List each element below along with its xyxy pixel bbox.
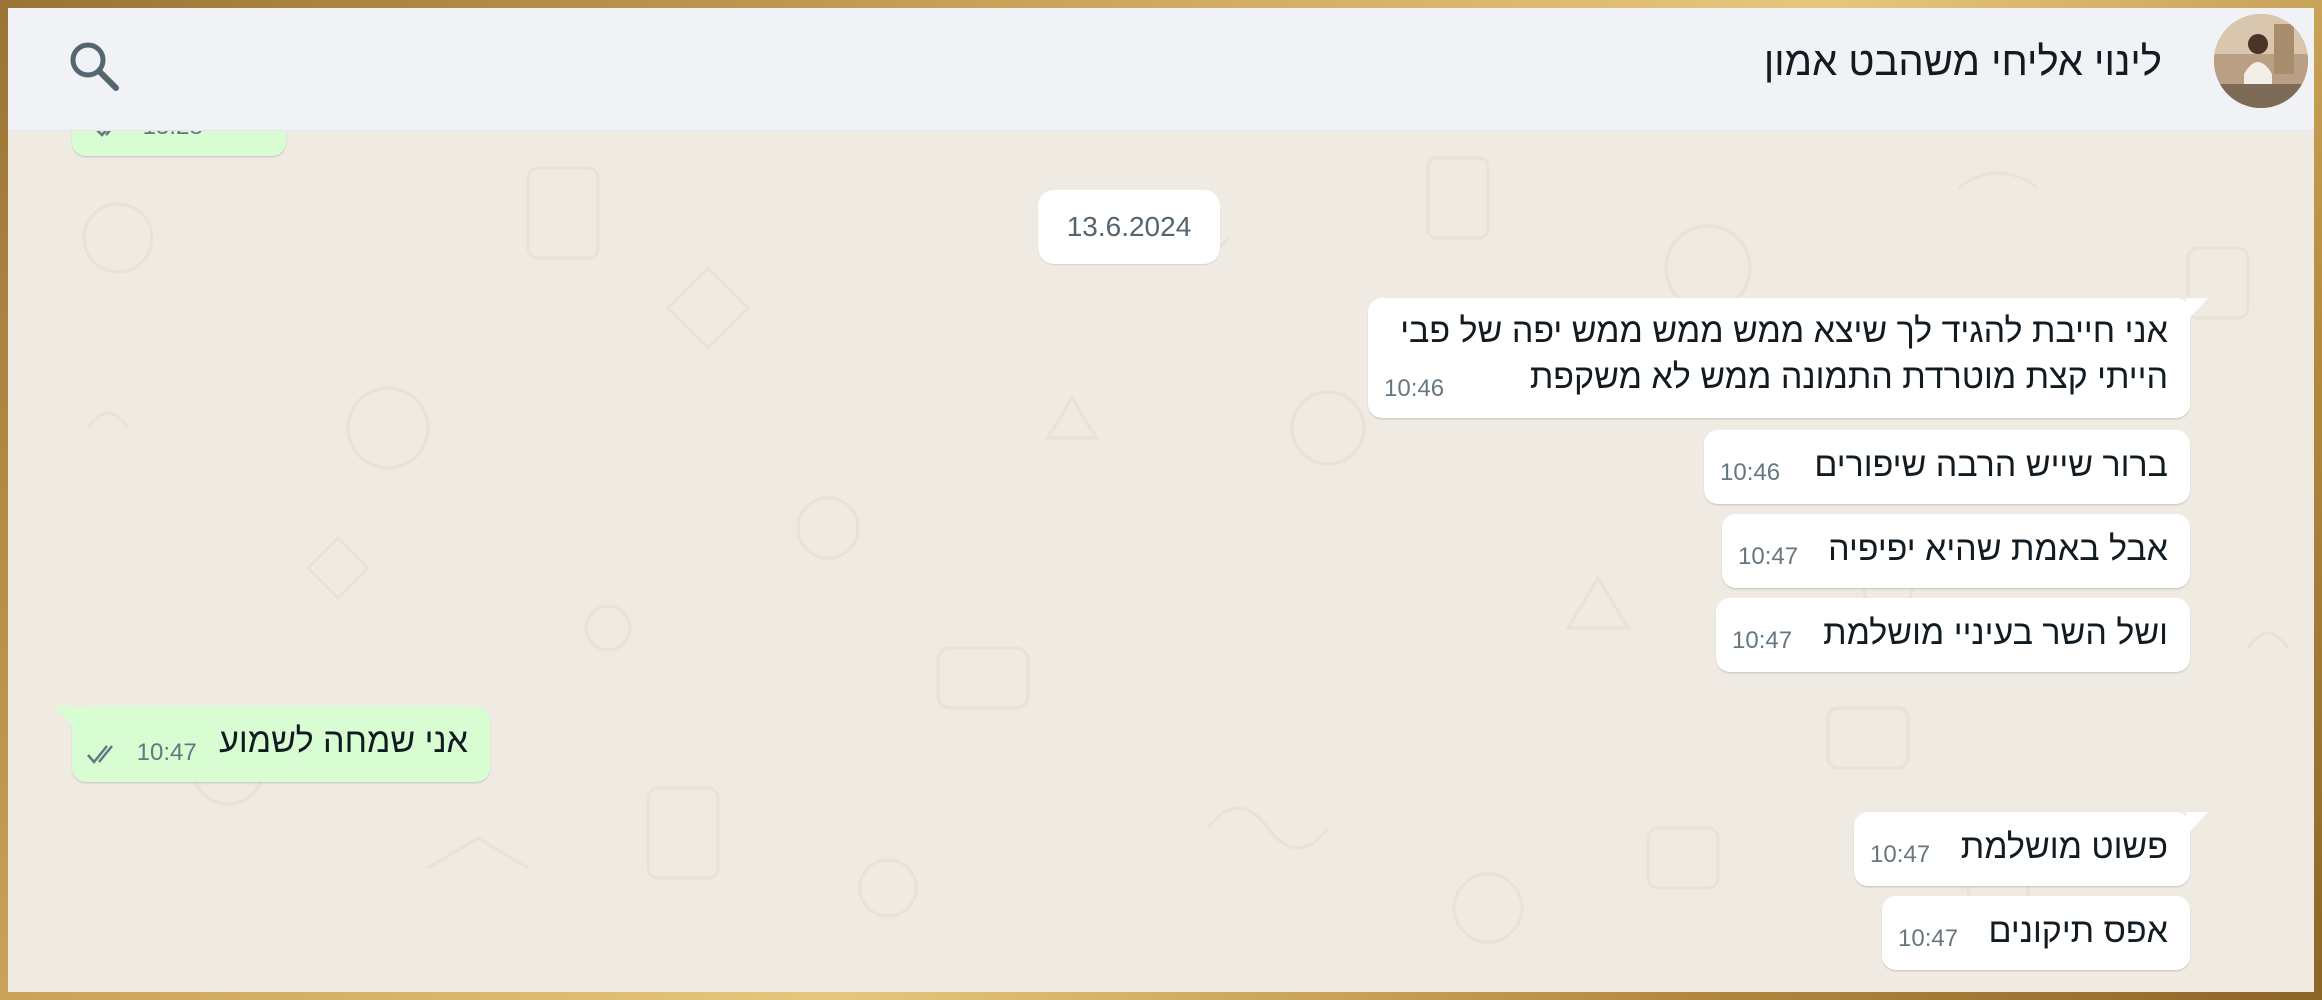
bubble-tail: [2186, 812, 2208, 836]
message-incoming[interactable]: אבל באמת שהיא יפיפיה 10:47: [1722, 514, 2190, 588]
search-button[interactable]: [64, 36, 124, 96]
chat-header: לינוי אליחי משהבט אמון: [8, 8, 2314, 131]
message-incoming[interactable]: ברור שייש הרבה שיפורים 10:46: [1704, 430, 2190, 504]
message-time: 10:47: [1898, 925, 1959, 952]
message-time: 10:46: [1720, 459, 1781, 486]
message-time: 10:47: [1732, 627, 1793, 654]
message-time: 10:46: [1384, 375, 1445, 402]
message-incoming[interactable]: אפס תיקונים 10:47: [1882, 896, 2190, 970]
chat-window: לינוי אליחי משהבט אמון 13.6.2024 אני חיי…: [8, 8, 2314, 992]
message-time: 10:47: [136, 739, 197, 766]
bubble-tail: [54, 706, 76, 730]
message-text: ברור שייש הרבה שיפורים: [1814, 446, 2168, 484]
contact-name[interactable]: לינוי אליחי משהבט אמון: [1764, 40, 2162, 85]
contact-avatar[interactable]: [2214, 14, 2308, 108]
message-text: אני חייבת להגיד לך שיצא ממש ממש ממש יפה …: [1400, 312, 2168, 396]
message-incoming[interactable]: ושל השר בעיניי מושלמת 10:47: [1716, 598, 2190, 672]
message-time: 10:47: [1738, 543, 1799, 570]
messages-area[interactable]: 15:28 13.6.2024 אני חייבת להגיד לך שיצא …: [8, 90, 2314, 992]
date-separator: 13.6.2024: [1038, 190, 1220, 264]
read-ticks-icon: [87, 744, 113, 764]
message-outgoing[interactable]: אני שמחה לשמוע 10:47: [54, 706, 490, 782]
message-time: 10:47: [1870, 841, 1931, 868]
bubble-tail: [2186, 298, 2208, 322]
message-text: אבל באמת שהיא יפיפיה: [1828, 530, 2168, 568]
search-icon: [70, 42, 119, 91]
message-text: ושל השר בעיניי מושלמת: [1823, 614, 2168, 652]
avatar-photo: [2214, 14, 2308, 108]
message-incoming[interactable]: אני חייבת להגיד לך שיצא ממש ממש ממש יפה …: [1368, 298, 2208, 418]
message-incoming[interactable]: פשוט מושלמת 10:47: [1854, 812, 2208, 886]
window-frame: לינוי אליחי משהבט אמון 13.6.2024 אני חיי…: [0, 0, 2322, 1000]
